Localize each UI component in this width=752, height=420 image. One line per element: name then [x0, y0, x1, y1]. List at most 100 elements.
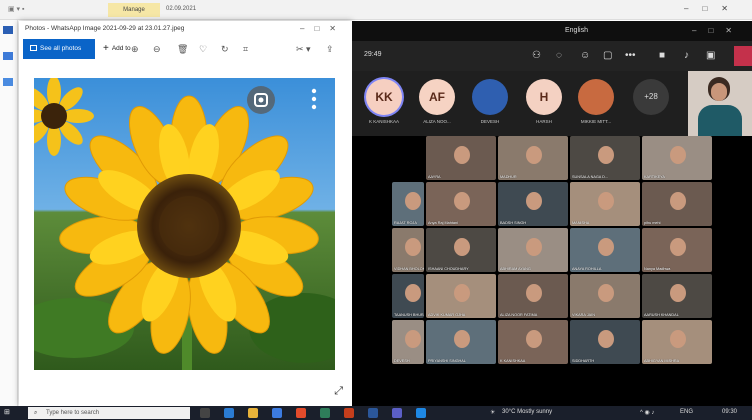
taskbar-search[interactable]: ⌕ Type here to search — [28, 407, 190, 419]
meeting-window-controls[interactable]: –□✕ — [692, 21, 744, 41]
participant-video-tile[interactable]: MADHUR — [498, 136, 568, 180]
participant-video-tile[interactable]: K KANISHKAA — [498, 320, 568, 364]
file-explorer-icon[interactable] — [248, 408, 258, 418]
drive-icon[interactable] — [3, 78, 13, 86]
participant-video-tile[interactable]: MANISHA — [570, 182, 640, 226]
photos-app-icon[interactable] — [416, 408, 426, 418]
participant-video-tile[interactable]: SIDDHARTH — [570, 320, 640, 364]
participant-face — [598, 237, 614, 256]
participant-video-tile[interactable]: RAJAT ROJA — [392, 182, 424, 226]
weather-icon[interactable]: ☀ — [490, 409, 495, 416]
participant-face — [598, 329, 614, 348]
avatar-mikkie[interactable] — [578, 79, 614, 115]
task-view-icon[interactable] — [200, 408, 210, 418]
participant-video-tile[interactable]: PRIYANSHI SINGHAL — [426, 320, 496, 364]
participant-face — [454, 237, 470, 256]
participant-face — [670, 329, 686, 348]
photos-window: Photos - WhatsApp Image 2021-09-29 at 23… — [19, 21, 352, 406]
add-to-button[interactable]: + Add to — [103, 39, 131, 59]
powerpoint-icon[interactable] — [344, 408, 354, 418]
participant-name: VIDHAN BHOLOKARA — [394, 267, 424, 271]
rooms-icon[interactable]: ▢ — [603, 49, 612, 63]
camera-icon[interactable]: ■ — [659, 49, 665, 63]
more-actions-icon[interactable]: ••• — [625, 49, 636, 63]
participant-face — [404, 329, 421, 348]
participant-video-tile[interactable]: BADSH SINGH — [498, 182, 568, 226]
teams-icon[interactable] — [392, 408, 402, 418]
zoom-in-icon[interactable]: ⊕ — [131, 43, 139, 55]
explorer-titlebar: ▣ ▾ ▪ Manage 02.09.2021 –□✕ — [0, 0, 752, 20]
edge-icon[interactable] — [224, 408, 234, 418]
avatar-devesh[interactable] — [472, 79, 508, 115]
participant-video-tile[interactable]: ABHIGYAN MISHRA — [642, 320, 712, 364]
participant-video-tile[interactable]: SUNSALA NAGA D... — [570, 136, 640, 180]
participant-video-tile[interactable]: VIDHAN BHOLOKARA — [392, 228, 424, 272]
avatar-initials: KK — [375, 90, 393, 104]
rotate-icon[interactable]: ↻ — [221, 43, 229, 55]
mic-icon[interactable]: ♪ — [684, 49, 689, 63]
folder-icon[interactable] — [3, 26, 13, 34]
chrome-icon[interactable] — [296, 408, 306, 418]
avatar-aliza[interactable]: AF — [419, 79, 455, 115]
participant-video-tile[interactable]: Nanya Madhwa — [642, 228, 712, 272]
participant-video-tile[interactable]: TAANUSH BHURANA — [392, 274, 424, 318]
participant-video-tile[interactable]: KARTIKEYA — [642, 136, 712, 180]
participant-face — [526, 191, 542, 210]
delete-icon[interactable]: 🗑 — [177, 43, 188, 55]
share-icon[interactable]: ⇪ — [326, 43, 334, 55]
expand-icon[interactable]: ⤢ — [334, 385, 343, 398]
leave-button[interactable] — [734, 46, 752, 66]
participants-icon[interactable]: ⚇ — [532, 49, 541, 63]
meeting-window: English –□✕ 29:49 ⚇ ◌ ☺ ▢ ••• ■ ♪ ▣ KK K… — [352, 21, 752, 406]
see-all-photos-button[interactable]: See all photos — [23, 39, 95, 59]
sunflower-photo — [34, 78, 335, 370]
crop-icon[interactable]: ⌗ — [243, 43, 248, 55]
gallery-icon — [30, 45, 37, 51]
language-indicator[interactable]: ENG — [680, 409, 693, 415]
store-icon[interactable] — [272, 408, 282, 418]
explorer-window-controls[interactable]: –□✕ — [684, 4, 742, 13]
avatar-harsh[interactable]: H — [526, 79, 562, 115]
participant-face — [454, 145, 470, 164]
participant-video-tile[interactable]: DEVESH — [392, 320, 424, 364]
weather-text[interactable]: 30°C Mostly sunny — [502, 409, 552, 415]
avatar-name: HARSH — [536, 119, 552, 124]
manage-tab[interactable]: Manage — [108, 3, 160, 17]
photos-window-controls[interactable]: –□✕ — [300, 21, 346, 37]
share-screen-icon[interactable]: ▣ — [706, 49, 715, 63]
participant-video-tile[interactable]: Anya Raj Mahtani — [426, 182, 496, 226]
excel-icon[interactable] — [320, 408, 330, 418]
participant-video-tile[interactable]: ISHAANI CHOUDHARY — [426, 228, 496, 272]
participant-name: K KANISHKAA — [500, 359, 526, 363]
reactions-icon[interactable]: ☺ — [580, 49, 590, 63]
participant-video-tile[interactable]: ALIZA NOOR FATIMA — [498, 274, 568, 318]
participant-name: MADHUR — [500, 175, 517, 179]
participant-name: MANISHA — [572, 221, 590, 225]
windows-start-icon[interactable]: ⊞ — [4, 408, 10, 416]
participant-face — [526, 283, 542, 302]
zoom-out-icon[interactable]: ⊖ — [153, 43, 161, 55]
folder-icon[interactable] — [3, 52, 13, 60]
participant-video-tile[interactable]: VIKARA JAIN — [570, 274, 640, 318]
participant-face — [404, 283, 421, 302]
participant-video-tile[interactable]: AAYRA — [426, 136, 496, 180]
visual-search-button[interactable] — [247, 86, 275, 114]
participant-video-tile[interactable]: pihu mehi — [642, 182, 712, 226]
participant-video-tile[interactable]: ADVIK KUMAR OJHA — [426, 274, 496, 318]
chat-icon[interactable]: ◌ — [556, 49, 562, 63]
participant-video-tile[interactable]: ANAYA ROHILLA — [570, 228, 640, 272]
favorite-heart-icon[interactable]: ♡ — [199, 43, 207, 55]
participant-name: ADVIK KUMAR OJHA — [428, 313, 466, 317]
more-participants-button[interactable]: +28 — [633, 79, 669, 115]
word-icon[interactable] — [368, 408, 378, 418]
participant-name: ISHAANI CHOUDHARY — [428, 267, 469, 271]
participant-video-tile[interactable]: AARUSH KHANDAL — [642, 274, 712, 318]
quick-access-icon[interactable]: ▣ ▾ ▪ — [8, 5, 25, 13]
edit-icon[interactable]: ✂ ▾ — [296, 43, 311, 55]
clock[interactable]: 09:30 — [722, 409, 737, 415]
tray-icons[interactable]: ^ ◉ ♪ — [640, 409, 654, 416]
participant-video-tile[interactable]: ABHIRAM AYANG — [498, 228, 568, 272]
avatar-k-kanishkaa[interactable]: KK — [366, 79, 402, 115]
more-options-icon[interactable] — [311, 88, 317, 110]
meeting-titlebar: English –□✕ — [352, 21, 752, 41]
